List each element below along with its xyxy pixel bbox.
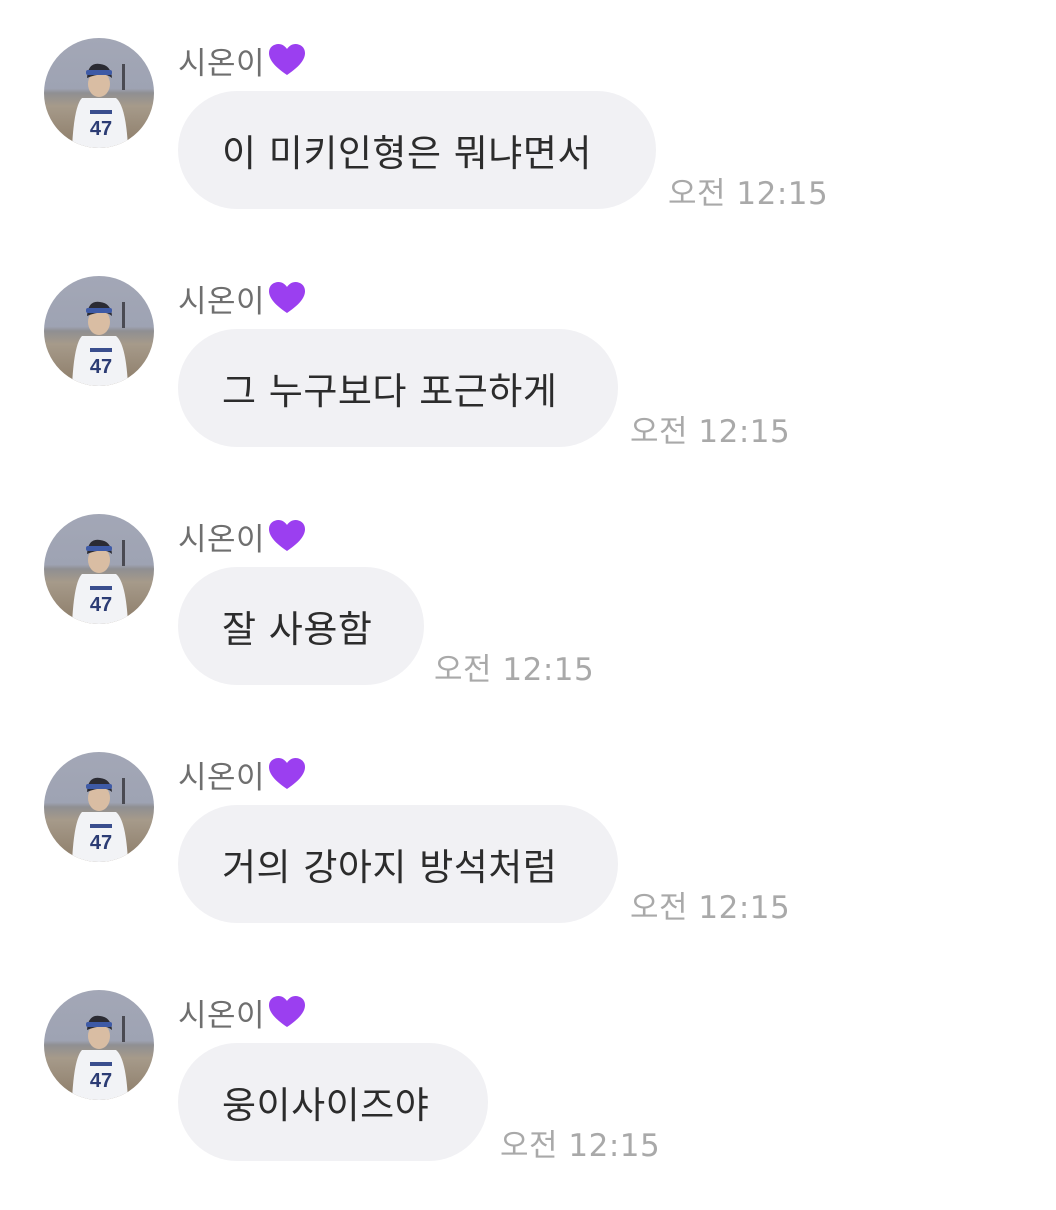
profile-avatar[interactable]: 47 — [44, 38, 154, 148]
message-timestamp: 오전 12:15 — [434, 652, 595, 688]
chat-message: 47 시온이 그 누구보다 포근하게 오전 12:15 — [0, 276, 1056, 496]
sender-row: 시온이 — [178, 992, 306, 1034]
sender-row: 시온이 — [178, 278, 306, 320]
purple-heart-icon — [269, 44, 306, 75]
message-bubble[interactable]: 웅이사이즈야 — [178, 1043, 488, 1161]
profile-avatar[interactable]: 47 — [44, 990, 154, 1100]
profile-avatar[interactable]: 47 — [44, 752, 154, 862]
avatar-photo: 47 — [72, 63, 128, 148]
sender-name: 시온이 — [178, 45, 266, 82]
message-text: 잘 사용함 — [222, 608, 373, 651]
sender-name: 시온이 — [178, 997, 266, 1034]
svg-text:47: 47 — [90, 1070, 112, 1092]
sender-name: 시온이 — [178, 759, 266, 796]
chat-message: 47 시온이 잘 사용함 오전 12:15 — [0, 514, 1056, 734]
purple-heart-icon — [269, 282, 306, 313]
avatar-photo: 47 — [72, 539, 128, 624]
message-timestamp: 오전 12:15 — [630, 414, 791, 450]
sender-name: 시온이 — [178, 521, 266, 558]
message-bubble[interactable]: 이 미키인형은 뭐냐면서 — [178, 91, 656, 209]
message-bubble[interactable]: 거의 강아지 방석처럼 — [178, 805, 618, 923]
message-bubble[interactable]: 그 누구보다 포근하게 — [178, 329, 618, 447]
purple-heart-icon — [269, 758, 306, 789]
svg-text:47: 47 — [90, 356, 112, 378]
sender-row: 시온이 — [178, 516, 306, 558]
sender-name: 시온이 — [178, 283, 266, 320]
avatar-photo: 47 — [72, 1015, 128, 1100]
chat-message: 47 시온이 이 미키인형은 뭐냐면서 오전 12:15 — [0, 38, 1056, 258]
svg-text:47: 47 — [90, 118, 112, 140]
chat-message: 47 시온이 거의 강아지 방석처럼 오전 12:15 — [0, 752, 1056, 972]
sender-row: 시온이 — [178, 40, 306, 82]
profile-avatar[interactable]: 47 — [44, 276, 154, 386]
svg-text:47: 47 — [90, 832, 112, 854]
message-text: 웅이사이즈야 — [222, 1084, 430, 1127]
purple-heart-icon — [269, 520, 306, 551]
message-timestamp: 오전 12:15 — [630, 890, 791, 926]
message-text: 이 미키인형은 뭐냐면서 — [222, 132, 592, 175]
chat-message: 47 시온이 웅이사이즈야 오전 12:15 — [0, 990, 1056, 1210]
message-timestamp: 오전 12:15 — [668, 176, 829, 212]
svg-text:47: 47 — [90, 594, 112, 616]
message-text: 거의 강아지 방석처럼 — [222, 846, 558, 889]
message-text: 그 누구보다 포근하게 — [222, 370, 558, 413]
avatar-photo: 47 — [72, 777, 128, 862]
profile-avatar[interactable]: 47 — [44, 514, 154, 624]
message-timestamp: 오전 12:15 — [500, 1128, 661, 1164]
avatar-photo: 47 — [72, 301, 128, 386]
sender-row: 시온이 — [178, 754, 306, 796]
message-bubble[interactable]: 잘 사용함 — [178, 567, 424, 685]
purple-heart-icon — [269, 996, 306, 1027]
